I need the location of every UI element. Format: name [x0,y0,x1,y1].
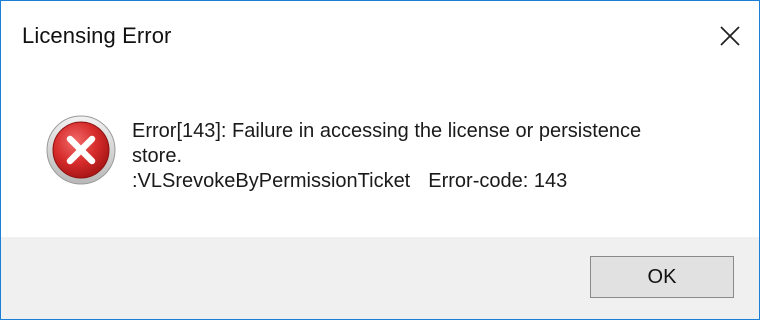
message-line-1: Error[143]: Failure in accessing the lic… [132,120,642,142]
ok-button[interactable]: OK [590,256,734,298]
close-icon [720,26,740,46]
message-line-2: store. [132,145,183,167]
error-icon [46,115,116,185]
title-bar[interactable]: Licensing Error [1,1,759,79]
close-button[interactable] [701,1,759,71]
message-error-code: Error-code: 143 [428,170,568,192]
error-message: Error[143]: Failure in accessing the lic… [132,119,732,194]
window-title: Licensing Error [22,23,172,48]
message-line-3: :VLSrevokeByPermissionTicket Error-code: … [132,169,732,194]
licensing-error-dialog: Licensing Error Error[143]: Failure in a… [0,0,760,320]
dialog-content: Error[143]: Failure in accessing the lic… [1,79,759,237]
message-function-name: :VLSrevokeByPermissionTicket [132,170,411,192]
dialog-footer: OK [1,237,759,319]
